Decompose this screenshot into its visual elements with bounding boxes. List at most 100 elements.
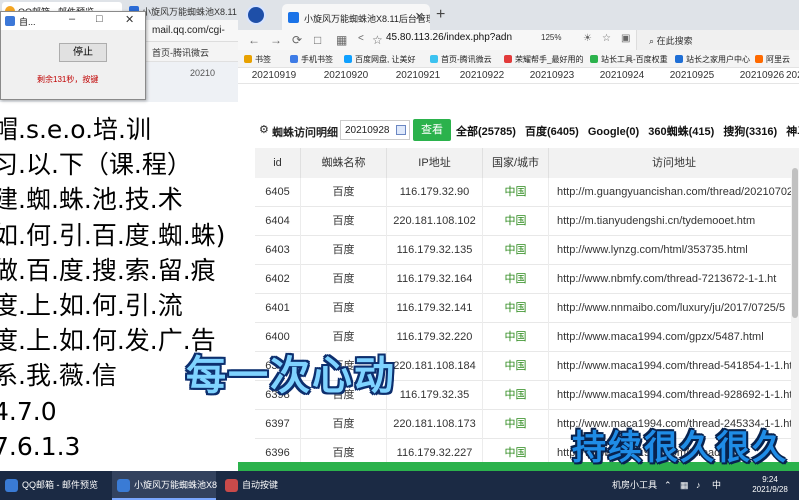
network-icon[interactable]: ▦ <box>680 471 689 500</box>
video-caption: 持续很久很久 <box>572 428 788 468</box>
cloud-icon <box>430 55 438 63</box>
ime-icon[interactable]: 中 <box>712 471 721 500</box>
cell-name: 百度 <box>301 207 387 236</box>
date-input[interactable]: 20210928 <box>340 120 410 140</box>
collections-icon[interactable]: ☆ <box>602 33 611 44</box>
right-tab-bar: 小旋风万能蜘蛛池X8.11后台管理 ✕ + <box>238 0 799 30</box>
date-tab[interactable]: 20210923 <box>516 70 588 81</box>
cell-url[interactable]: http://www.maca1994.com/gpzx/5487.html <box>549 323 799 352</box>
table-row[interactable]: 6402 百度 116.179.32.164 中国 http://www.nbmfy.c… <box>255 265 799 294</box>
course-line: 7.6.1.3 <box>0 431 81 461</box>
bookmark-item[interactable]: 站长之家用户中心 <box>675 54 750 65</box>
left-date-fragment: 20210 <box>190 68 216 78</box>
cell-url[interactable]: http://m.tianyudengshi.cn/tydemooet.htm <box>549 207 799 236</box>
star-icon[interactable]: ☆ <box>372 33 383 47</box>
filter-all[interactable]: 全部(25785) <box>456 126 516 138</box>
back-icon[interactable]: ← <box>248 33 260 47</box>
bookmark-bar: 书签 手机书签 百度网盘, 让美好 首页-腾讯微云 荣耀帮手_最好用的 站长工具… <box>238 50 799 68</box>
scrollbar-thumb[interactable] <box>792 168 798 318</box>
taskbar-item-qqmail[interactable]: QQ邮箱 - 邮件预览 <box>0 471 108 500</box>
table-row[interactable]: 6404 百度 220.181.108.102 中国 http://m.tianyude… <box>255 207 799 236</box>
stop-button[interactable]: 停止 <box>59 43 107 62</box>
reading-icon[interactable]: □ <box>314 33 321 47</box>
table-row[interactable]: 6401 百度 116.179.32.141 中国 http://www.nnmaibo… <box>255 294 799 323</box>
tab-close-icon[interactable]: ✕ <box>415 10 424 23</box>
volume-icon[interactable]: ♪ <box>696 471 701 500</box>
search-placeholder: 在此搜索 <box>656 36 693 46</box>
taskbar-item-autokey[interactable]: 自动按键 <box>220 471 324 500</box>
bookmark-label: 站长之家用户中心 <box>686 55 750 64</box>
date-tab[interactable]: 20210925 <box>656 70 728 81</box>
search-icon: ⌕ <box>649 36 655 46</box>
forward-icon[interactable]: → <box>270 33 282 47</box>
close-icon[interactable]: ✕ <box>125 13 134 26</box>
cell-country: 中国 <box>483 294 549 323</box>
cell-url[interactable]: http://www.nbmfy.com/thread-7213672-1-1.… <box>549 265 799 294</box>
tray-label[interactable]: 机房小工具 <box>612 471 657 500</box>
cell-id: 6405 <box>255 178 301 207</box>
bookmark-item[interactable]: 阿里云 <box>755 54 790 65</box>
cell-ip: 116.179.32.35 <box>387 381 483 410</box>
zoom-level[interactable]: 125% <box>541 33 561 42</box>
refresh-icon[interactable]: ⟳ <box>292 33 302 47</box>
cell-url[interactable]: http://www.nnmaibo.com/luxury/ju/2017/07… <box>549 294 799 323</box>
filter-360[interactable]: 360蜘蛛(415) <box>648 126 714 138</box>
left-bookmark-weiyun[interactable]: 首页-腾讯微云 <box>152 46 209 59</box>
filter-shenma[interactable]: 神马 <box>786 126 799 138</box>
cell-id: 6402 <box>255 265 301 294</box>
clock-time: 9:24 <box>762 475 778 484</box>
table-row[interactable]: 6403 百度 116.179.32.135 中国 http://www.lynzg.c… <box>255 236 799 265</box>
tab-spider-admin[interactable]: 小旋风万能蜘蛛池X8.11后台管理 ✕ <box>282 4 430 30</box>
column-header-name: 蜘蛛名称 <box>301 148 387 178</box>
cell-country: 中国 <box>483 323 549 352</box>
date-tab[interactable]: 20210919 <box>238 70 310 81</box>
cell-url[interactable]: http://www.maca1994.com/thread-541854-1-… <box>549 352 799 381</box>
bookmark-item[interactable]: 书签 <box>244 54 271 65</box>
cell-id: 6403 <box>255 236 301 265</box>
table-row[interactable]: 6405 百度 116.179.32.90 中国 http://m.guangyuanc… <box>255 178 799 207</box>
date-tab[interactable]: 2021 <box>786 70 799 81</box>
cell-url[interactable]: http://www.maca1994.com/thread-928692-1-… <box>549 381 799 410</box>
cell-ip: 116.179.32.90 <box>387 178 483 207</box>
filter-google[interactable]: Google(0) <box>588 126 639 138</box>
cell-country: 中国 <box>483 265 549 294</box>
query-button[interactable]: 查看 <box>413 119 451 141</box>
cell-url[interactable]: http://m.guangyuancishan.com/thread/2021… <box>549 178 799 207</box>
bookmark-item[interactable]: 百度网盘, 让美好 <box>344 54 415 65</box>
filter-sogou[interactable]: 搜狗(3316) <box>723 126 777 138</box>
security-icon[interactable]: ☀ <box>583 33 592 44</box>
scrollbar[interactable] <box>791 148 799 462</box>
filter-baidu[interactable]: 百度(6405) <box>525 126 579 138</box>
grid-icon[interactable]: ▦ <box>336 33 347 47</box>
bookmark-item[interactable]: 站长工具-百度权重 <box>590 54 668 65</box>
popup-title: 自... <box>19 17 36 27</box>
back-small-icon[interactable]: < <box>358 33 364 44</box>
date-tab[interactable]: 20210922 <box>446 70 518 81</box>
cell-url[interactable]: http://www.lynzg.com/html/353735.html <box>549 236 799 265</box>
bookmark-item[interactable]: 首页-腾讯微云 <box>430 54 492 65</box>
clock[interactable]: 9:24 2021/9/28 <box>744 475 796 495</box>
tab-title: 小旋风万能蜘蛛池X8.11后台管理 <box>304 14 430 24</box>
taskbar-item-spider[interactable]: 小旋风万能蜘蛛池X8 <box>112 471 217 500</box>
calendar-icon[interactable] <box>396 125 406 135</box>
column-header-url: 访问地址 <box>549 148 799 178</box>
chevron-up-icon[interactable]: ⌃ <box>664 471 672 500</box>
new-tab-icon[interactable]: + <box>436 6 445 24</box>
date-tab[interactable]: 20210924 <box>586 70 658 81</box>
autokey-icon <box>225 479 238 492</box>
bookmark-item[interactable]: 荣耀帮手_最好用的 <box>504 54 583 65</box>
date-tab[interactable]: 20210921 <box>382 70 454 81</box>
url-field[interactable]: 45.80.113.26/index.php?adn <box>386 32 512 43</box>
bookmark-label: 阿里云 <box>766 55 790 64</box>
cell-name: 百度 <box>301 178 387 207</box>
date-tab[interactable]: 20210920 <box>310 70 382 81</box>
table-header: id 蜘蛛名称 IP地址 国家/城市 访问地址 <box>255 148 799 178</box>
bookmark-item[interactable]: 手机书签 <box>290 54 333 65</box>
search-input[interactable]: ⌕ 在此搜索 <box>636 30 799 50</box>
screenshot-icon[interactable]: ▣ <box>621 33 630 44</box>
avatar[interactable] <box>246 5 266 25</box>
left-url[interactable]: mail.qq.com/cgi- <box>152 25 225 36</box>
minimize-icon[interactable]: – <box>69 13 75 25</box>
tool-icon <box>590 55 598 63</box>
maximize-icon[interactable]: □ <box>96 13 103 25</box>
